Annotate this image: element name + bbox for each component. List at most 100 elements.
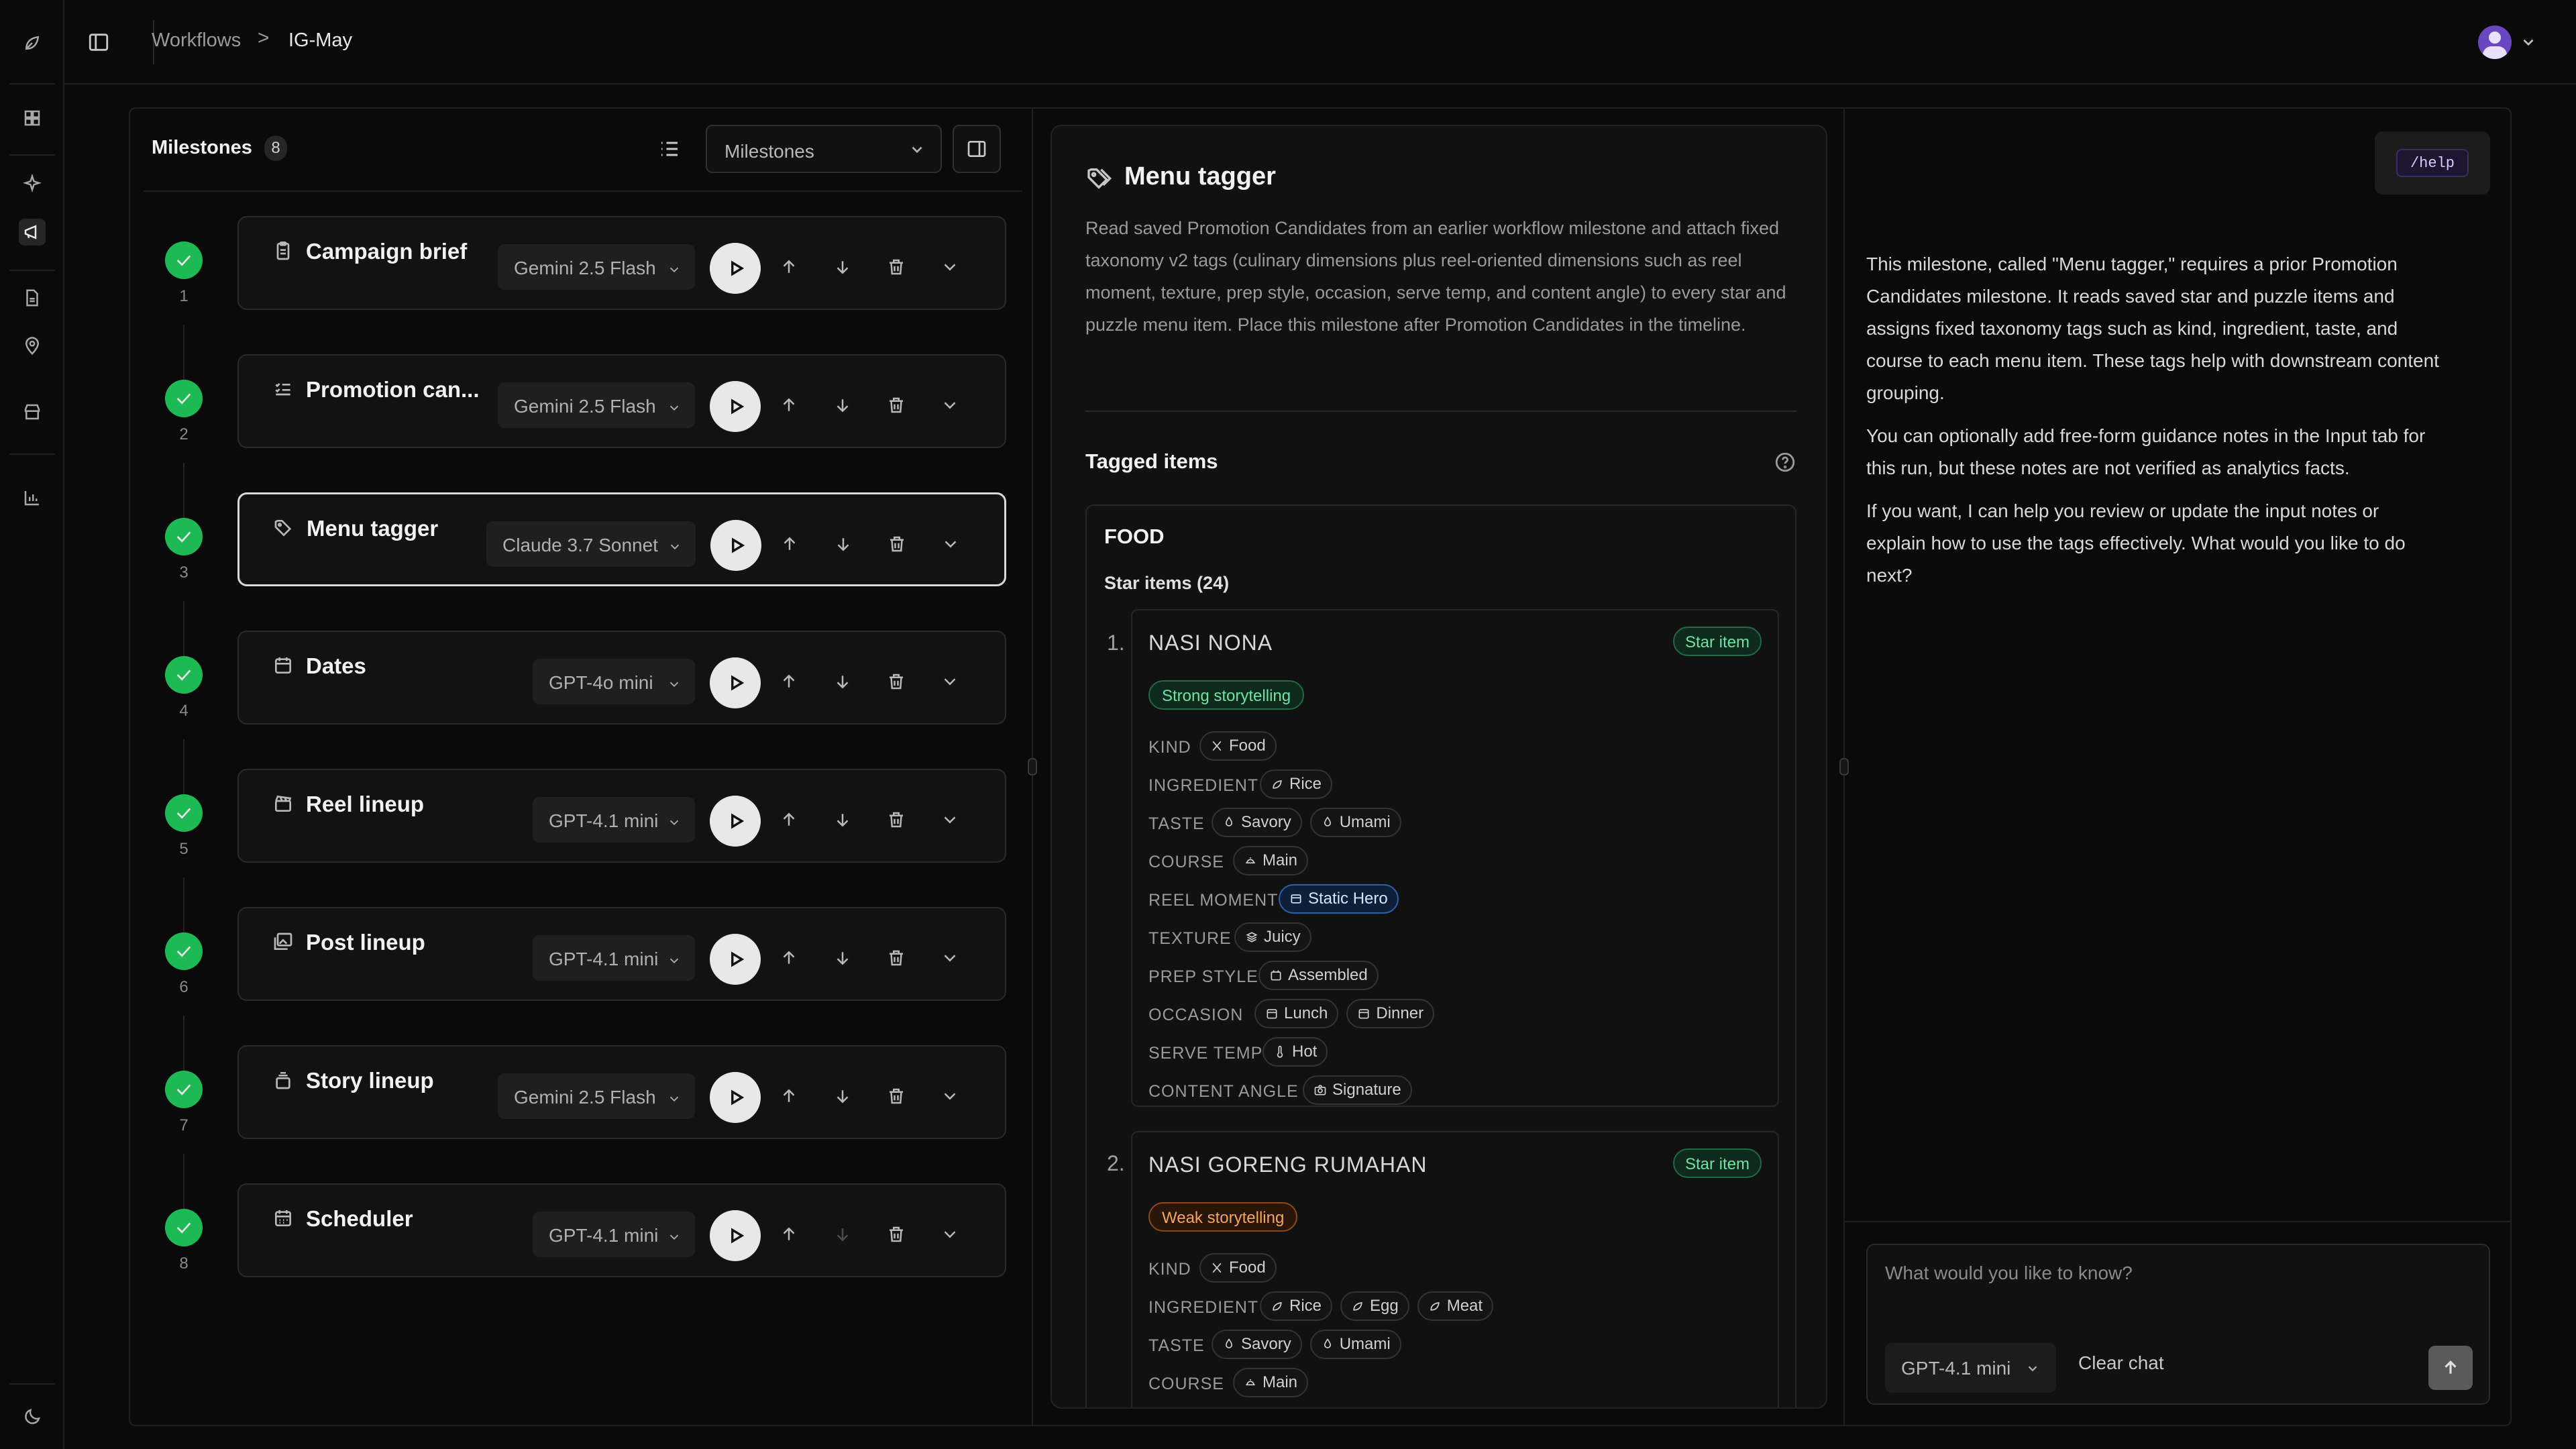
help-command-card[interactable]: /help [2375,131,2490,195]
tag-chip[interactable]: Umami [1309,808,1401,837]
map-pin-icon[interactable] [19,333,46,360]
run-button[interactable] [710,796,761,847]
chat-input-box[interactable]: What would you like to know? GPT-4.1 min… [1866,1244,2490,1405]
tag-chip[interactable]: Lunch [1254,999,1339,1028]
delete-button[interactable] [883,531,910,557]
expand-button[interactable] [936,392,963,419]
move-up-button[interactable] [775,1083,802,1110]
logo-leaf-icon[interactable] [19,30,46,56]
view-select[interactable]: Milestones [706,125,942,173]
move-down-button[interactable] [830,531,857,557]
panel-toggle-button[interactable] [953,125,1001,173]
clear-chat-button[interactable]: Clear chat [2078,1352,2164,1374]
move-down-button[interactable] [829,806,856,833]
run-button[interactable] [710,520,761,571]
sidebar-toggle-icon[interactable] [87,31,110,54]
resize-handle-right[interactable] [1839,758,1849,775]
model-select[interactable]: GPT-4o mini [533,659,695,704]
bar-chart-icon[interactable] [19,484,46,511]
model-select[interactable]: Claude 3.7 Sonnet [486,521,696,567]
megaphone-icon[interactable] [19,219,46,246]
move-up-button[interactable] [775,1221,802,1248]
dashboard-icon[interactable] [19,105,46,131]
move-up-button[interactable] [775,392,802,419]
run-button[interactable] [710,243,761,294]
milestone-card[interactable]: Scheduler GPT-4.1 mini [237,1183,1006,1277]
list-view-icon[interactable] [657,137,682,161]
milestone-card[interactable]: Promotion can... Gemini 2.5 Flash [237,354,1006,448]
milestone-card[interactable]: Dates GPT-4o mini [237,631,1006,724]
tag-chip[interactable]: Hot [1263,1037,1328,1067]
chat-input-placeholder[interactable]: What would you like to know? [1885,1263,2133,1284]
expand-button[interactable] [937,531,964,557]
move-down-button[interactable] [829,392,856,419]
expand-button[interactable] [936,806,963,833]
run-button[interactable] [710,1072,761,1123]
tag-chip[interactable]: Static Hero [1279,884,1399,914]
expand-button[interactable] [936,1083,963,1110]
move-down-button[interactable] [829,254,856,280]
model-select[interactable]: GPT-4.1 mini [533,797,695,843]
tag-chip[interactable]: Umami [1309,1330,1401,1359]
avatar[interactable] [2478,25,2512,59]
breadcrumb-workflows[interactable]: Workflows [152,30,241,52]
moon-icon[interactable] [19,1403,46,1430]
file-icon[interactable] [19,284,46,311]
model-select[interactable]: Gemini 2.5 Flash [498,382,695,428]
delete-button[interactable] [883,668,910,695]
move-up-button[interactable] [775,668,802,695]
model-select[interactable]: GPT-4.1 mini [533,935,695,981]
tag-chip[interactable]: Rice [1260,1291,1333,1321]
resize-handle-left[interactable] [1028,758,1037,775]
expand-button[interactable] [936,1221,963,1248]
move-up-button[interactable] [775,945,802,971]
run-button[interactable] [710,1210,761,1261]
tag-chip[interactable]: Rice [1260,769,1333,799]
tag-chip[interactable]: Savory [1212,808,1302,837]
move-up-button[interactable] [775,806,802,833]
tag-chip[interactable]: Dinner [1346,999,1435,1028]
model-select[interactable]: Gemini 2.5 Flash [498,244,695,290]
move-down-button[interactable] [829,1083,856,1110]
delete-button[interactable] [883,1221,910,1248]
move-up-button[interactable] [776,531,803,557]
run-button[interactable] [710,381,761,432]
tag-chip[interactable]: Assembled [1258,961,1379,990]
milestone-card[interactable]: Campaign brief Gemini 2.5 Flash [237,216,1006,310]
tag-chip[interactable]: Food [1199,1253,1277,1283]
tag-chip[interactable]: Main [1233,846,1309,875]
delete-button[interactable] [883,1083,910,1110]
tag-chip[interactable]: Meat [1417,1291,1494,1321]
model-select[interactable]: Gemini 2.5 Flash [498,1073,695,1119]
expand-button[interactable] [936,945,963,971]
delete-button[interactable] [883,254,910,280]
milestone-card[interactable]: Post lineup GPT-4.1 mini [237,907,1006,1001]
delete-button[interactable] [883,392,910,419]
tag-chip[interactable]: Food [1199,731,1277,761]
tag-chip[interactable]: Savory [1212,1330,1302,1359]
milestone-card[interactable]: Reel lineup GPT-4.1 mini [237,769,1006,863]
move-up-button[interactable] [775,254,802,280]
run-button[interactable] [710,934,761,985]
tag-chip[interactable]: Egg [1340,1291,1409,1321]
move-down-button[interactable] [829,1221,856,1248]
help-command[interactable]: /help [2396,149,2469,177]
sparkles-icon[interactable] [19,170,46,197]
move-down-button[interactable] [829,945,856,971]
tag-chip[interactable]: Main [1233,1368,1309,1397]
expand-button[interactable] [936,668,963,695]
send-button[interactable] [2428,1346,2473,1390]
run-button[interactable] [710,657,761,708]
expand-button[interactable] [936,254,963,280]
milestone-card[interactable]: Story lineup Gemini 2.5 Flash [237,1045,1006,1139]
chat-model-select[interactable]: GPT-4.1 mini [1885,1343,2057,1393]
tag-chip[interactable]: Juicy [1234,922,1311,952]
store-icon[interactable] [19,398,46,425]
help-circle-icon[interactable] [1774,451,1796,474]
milestone-card[interactable]: Menu tagger Claude 3.7 Sonnet [237,492,1006,586]
move-down-button[interactable] [829,668,856,695]
model-select[interactable]: GPT-4.1 mini [533,1212,695,1257]
delete-button[interactable] [883,945,910,971]
delete-button[interactable] [883,806,910,833]
tag-chip[interactable]: Signature [1303,1075,1412,1105]
